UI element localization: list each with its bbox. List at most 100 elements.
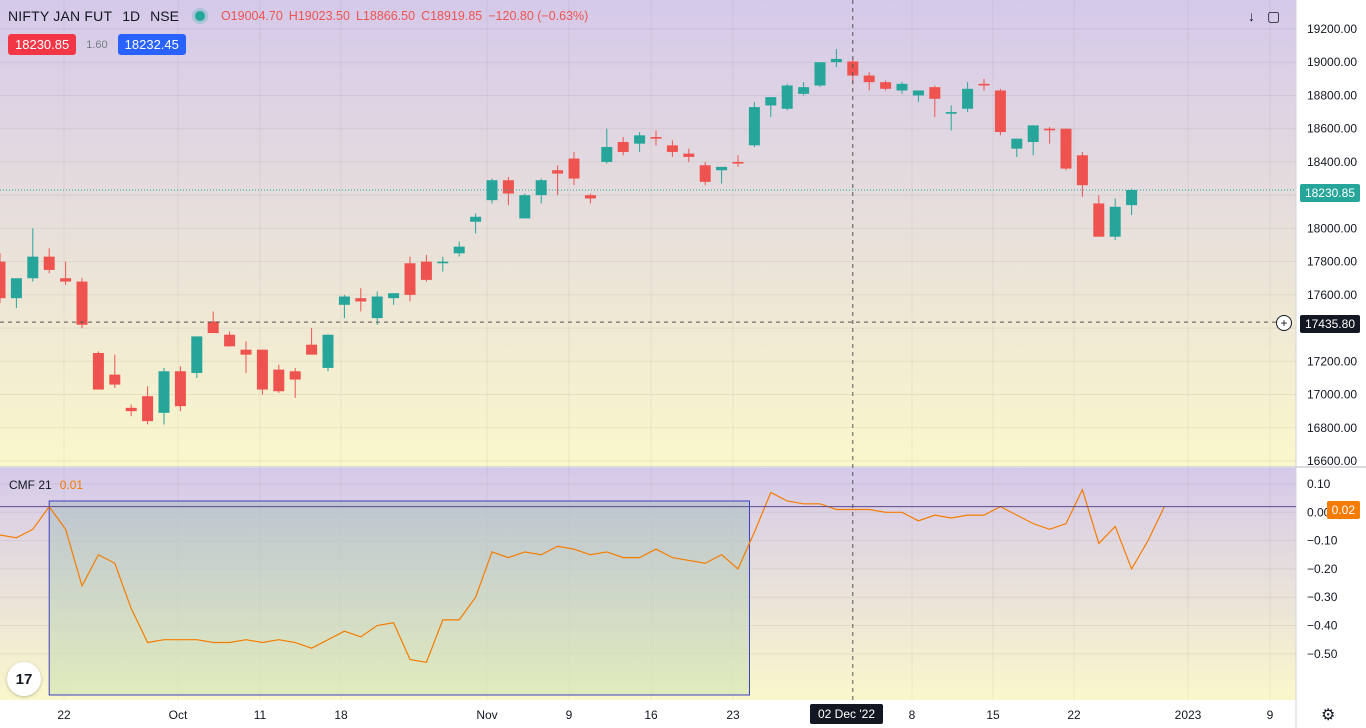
candle-body bbox=[174, 371, 186, 407]
add-order-plus-icon[interactable]: + bbox=[1276, 315, 1292, 331]
cmf-tick-label: 0.10 bbox=[1307, 477, 1331, 491]
candle-body bbox=[437, 261, 449, 264]
market-status-icon bbox=[194, 11, 205, 21]
candle-body bbox=[158, 371, 170, 413]
cmf-tick-label: −0.50 bbox=[1307, 647, 1338, 661]
candle-body bbox=[945, 112, 957, 114]
price-tick-label: 19200.00 bbox=[1307, 22, 1357, 36]
time-tick-label: 22 bbox=[1067, 708, 1081, 722]
candle-body bbox=[650, 137, 662, 139]
low-value: L18866.50 bbox=[355, 9, 416, 23]
candle-body bbox=[1060, 128, 1072, 169]
candle-body bbox=[584, 195, 596, 199]
fullscreen-icon[interactable]: ▢ bbox=[1267, 8, 1280, 25]
candle-body bbox=[0, 261, 6, 299]
candle-body bbox=[60, 278, 72, 282]
candle-body bbox=[125, 407, 137, 412]
candle-body bbox=[1027, 125, 1039, 142]
candle-body bbox=[798, 87, 810, 94]
candle-body bbox=[453, 246, 465, 254]
candle-body bbox=[896, 83, 908, 91]
candle-body bbox=[994, 90, 1006, 133]
download-arrow-icon[interactable]: ↓ bbox=[1248, 8, 1255, 25]
candle-body bbox=[617, 141, 629, 152]
candle-body bbox=[830, 58, 842, 63]
candle-body bbox=[519, 195, 531, 219]
open-value: O19004.70 bbox=[220, 9, 283, 23]
time-tick-label: 9 bbox=[566, 708, 573, 722]
price-tick-label: 16800.00 bbox=[1307, 421, 1357, 435]
candle-body bbox=[814, 62, 826, 86]
candle-body bbox=[92, 353, 104, 390]
cmf-value-tag: 0.02 bbox=[1326, 501, 1360, 519]
candle-body bbox=[420, 261, 432, 280]
candle-body bbox=[142, 396, 154, 422]
time-tick-label: 18 bbox=[334, 708, 348, 722]
candle-body bbox=[535, 180, 547, 196]
indicator-legend[interactable]: CMF 21 0.01 bbox=[9, 478, 83, 492]
price-tick-label: 17600.00 bbox=[1307, 288, 1357, 302]
candle-body bbox=[748, 107, 760, 146]
time-tick-label: Oct bbox=[169, 708, 188, 722]
cmf-tick-label: −0.40 bbox=[1307, 619, 1338, 633]
selection-rectangle[interactable] bbox=[48, 500, 750, 696]
candle-body bbox=[765, 97, 777, 106]
candle-body bbox=[256, 349, 268, 390]
candle-body bbox=[76, 281, 88, 325]
candle-body bbox=[666, 145, 678, 152]
time-tick-label: 15 bbox=[986, 708, 1000, 722]
high-value: H19023.50 bbox=[288, 9, 350, 23]
interval-label[interactable]: 1D bbox=[122, 8, 140, 24]
price-tick-label: 17000.00 bbox=[1307, 388, 1357, 402]
candle-body bbox=[1044, 128, 1056, 131]
candle-body bbox=[568, 158, 580, 179]
candle-body bbox=[27, 256, 39, 279]
crosshair-price-tag: 17435.80 bbox=[1299, 315, 1360, 333]
price-tick-label: 17200.00 bbox=[1307, 354, 1357, 368]
candle-body bbox=[388, 293, 400, 299]
time-tick-label: Nov bbox=[476, 708, 497, 722]
time-tick-label: 11 bbox=[254, 708, 267, 722]
candle-body bbox=[10, 278, 22, 299]
candle-body bbox=[863, 75, 875, 83]
buy-button[interactable]: 18232.45 bbox=[117, 34, 186, 55]
candle-body bbox=[634, 135, 646, 144]
indicator-value: 0.01 bbox=[59, 478, 84, 492]
indicator-name: CMF 21 bbox=[9, 478, 52, 492]
candle-body bbox=[502, 180, 514, 194]
candle-body bbox=[109, 374, 121, 385]
candle-body bbox=[306, 344, 318, 355]
close-value: C18919.85 bbox=[421, 9, 483, 23]
candle-body bbox=[601, 146, 613, 162]
candle-body bbox=[1109, 206, 1121, 237]
candle-body bbox=[1126, 190, 1138, 206]
time-tick-label: 8 bbox=[909, 708, 916, 722]
crosshair-date-tag: 02 Dec '22 bbox=[810, 704, 883, 724]
candle-body bbox=[322, 334, 334, 368]
price-tick-label: 18000.00 bbox=[1307, 221, 1357, 235]
time-tick-label: 9 bbox=[1267, 708, 1274, 722]
sell-button[interactable]: 18230.85 bbox=[8, 34, 77, 55]
candle-body bbox=[1093, 203, 1105, 237]
time-tick-label: 23 bbox=[726, 708, 740, 722]
cmf-tick-label: −0.20 bbox=[1307, 562, 1338, 576]
candle-body bbox=[224, 334, 236, 347]
chart-canvas[interactable]: 19200.00 19000.00 18800.00 18600.00 18400.00… bbox=[0, 0, 1366, 728]
settings-gear-icon[interactable]: ⚙ bbox=[1321, 705, 1335, 725]
symbol-name[interactable]: NIFTY JAN FUT bbox=[8, 8, 112, 24]
candle-body bbox=[43, 256, 55, 270]
change-value: −120.80 (−0.63%) bbox=[488, 9, 589, 23]
candle-body bbox=[1076, 155, 1088, 186]
candle-body bbox=[552, 170, 564, 174]
pane-controls: ↓ ▢ bbox=[1248, 8, 1280, 25]
exchange-label: NSE bbox=[150, 8, 179, 24]
tradingview-logo-icon[interactable]: 17 bbox=[7, 662, 41, 696]
price-tick-label: 18600.00 bbox=[1307, 122, 1357, 136]
candle-body bbox=[338, 296, 350, 305]
candle-body bbox=[273, 369, 285, 392]
candle-body bbox=[880, 82, 892, 89]
cmf-tick-label: −0.30 bbox=[1307, 590, 1338, 604]
quote-bar: 18230.85 1.60 18232.45 bbox=[8, 34, 186, 55]
candle-body bbox=[191, 336, 203, 373]
candle-body bbox=[732, 161, 744, 164]
